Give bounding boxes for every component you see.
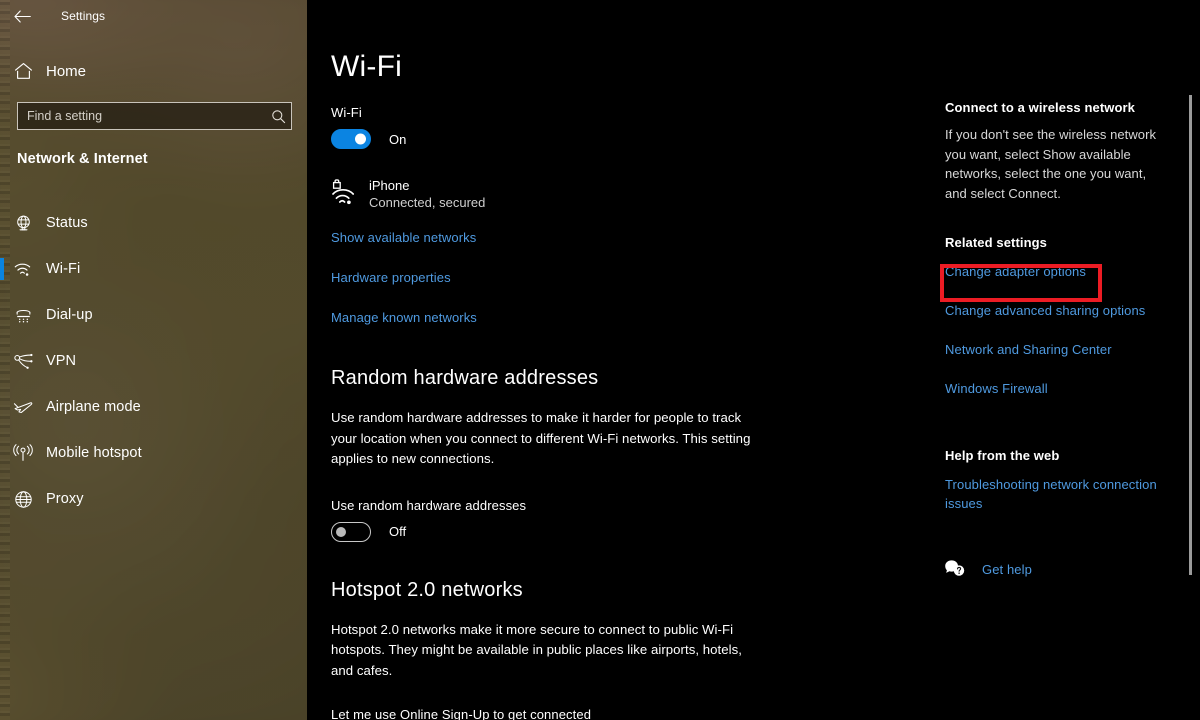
sidebar-item-proxy[interactable]: Proxy <box>0 476 307 522</box>
search-input[interactable] <box>18 103 265 129</box>
get-help-row[interactable]: Get help <box>944 559 1183 579</box>
link-network-and-sharing-center[interactable]: Network and Sharing Center <box>945 342 1112 357</box>
titlebar-left: Settings <box>0 0 307 32</box>
network-status: Connected, secured <box>369 195 486 210</box>
sidebar-item-label: Wi-Fi <box>46 261 81 277</box>
help-from-web-heading: Help from the web <box>945 448 1060 463</box>
connect-wireless-body: If you don't see the wireless network yo… <box>945 127 1156 201</box>
sidebar-item-dial-up[interactable]: Dial-up <box>0 292 307 338</box>
airplane-icon <box>0 398 46 417</box>
wifi-toggle-label: Wi-Fi <box>331 105 362 120</box>
network-name: iPhone <box>369 178 410 193</box>
sidebar-item-mobile-hotspot[interactable]: Mobile hotspot <box>0 430 307 476</box>
toggle-knob <box>336 526 346 537</box>
wifi-toggle[interactable] <box>331 129 371 149</box>
dial-up-icon <box>0 306 46 325</box>
connected-network[interactable]: iPhone Connected, secured <box>331 177 931 213</box>
selection-accent-bar <box>0 258 4 280</box>
content-scrollbar[interactable] <box>1187 0 1195 720</box>
random-hardware-toggle-state: Off <box>389 524 407 539</box>
sidebar-item-label: Status <box>46 215 88 231</box>
wifi-toggle-state: On <box>389 131 407 147</box>
home-icon <box>0 62 46 80</box>
hotspot-description: Hotspot 2.0 networks make it more secure… <box>331 621 742 678</box>
sidebar-item-label: Dial-up <box>46 307 93 323</box>
settings-window: Settings Home Find a setting Network & I… <box>0 0 1200 720</box>
random-hardware-toggle-label: Use random hardware addresses <box>331 497 527 513</box>
mobile-hotspot-icon <box>0 443 46 463</box>
connected-network-text: iPhone Connected, secured <box>369 177 485 212</box>
window-title: Settings <box>61 9 106 23</box>
random-hardware-toggle[interactable] <box>331 521 371 542</box>
wifi-toggle-row: On <box>331 129 931 149</box>
random-hardware-heading: Random hardware addresses <box>331 367 599 389</box>
page-title: Wi-Fi <box>331 50 402 83</box>
scrollbar-thumb[interactable] <box>1189 95 1192 575</box>
link-change-advanced-sharing-options[interactable]: Change advanced sharing options <box>945 303 1145 318</box>
question-bubble-icon <box>944 559 982 579</box>
navigation-sidebar: Settings Home Find a setting Network & I… <box>0 0 307 720</box>
hotspot-heading: Hotspot 2.0 networks <box>331 578 523 601</box>
search-box[interactable] <box>17 102 292 130</box>
back-button[interactable] <box>0 0 44 32</box>
home-label: Home <box>46 62 87 80</box>
random-hardware-toggle-row: Off <box>331 521 931 542</box>
status-globe-icon <box>0 214 46 233</box>
link-get-help[interactable]: Get help <box>982 562 1032 577</box>
link-windows-firewall[interactable]: Windows Firewall <box>945 381 1048 396</box>
sidebar-item-airplane-mode[interactable]: Airplane mode <box>0 384 307 430</box>
sidebar-nav-list: Status Wi-Fi Dial-up VPN Airplane mode M… <box>0 200 307 522</box>
sidebar-category-title: Network & Internet <box>17 151 148 167</box>
wifi-settings-main-column: Wi-Fi Wi-Fi On iPhone Connected, secured… <box>331 0 931 720</box>
sidebar-item-home[interactable]: Home <box>0 56 307 86</box>
related-settings-panel: Connect to a wireless network If you don… <box>945 0 1183 579</box>
vpn-icon <box>0 352 46 371</box>
hotspot-toggle-label: Let me use Online Sign-Up to get connect… <box>331 707 592 720</box>
link-show-available-networks[interactable]: Show available networks <box>331 230 476 245</box>
proxy-globe-icon <box>0 490 46 509</box>
related-settings-heading: Related settings <box>945 235 1048 250</box>
link-troubleshooting-network-connection-issues[interactable]: Troubleshooting network connection issue… <box>945 475 1167 513</box>
wifi-secured-icon <box>331 177 369 213</box>
settings-content-pane: Wi-Fi Wi-Fi On iPhone Connected, secured… <box>307 0 1200 720</box>
sidebar-item-vpn[interactable]: VPN <box>0 338 307 384</box>
sidebar-item-label: Mobile hotspot <box>46 445 142 461</box>
sidebar-item-wifi[interactable]: Wi-Fi <box>0 246 307 292</box>
toggle-knob <box>355 133 366 145</box>
sidebar-item-label: VPN <box>46 353 77 369</box>
sidebar-item-label: Airplane mode <box>46 399 141 415</box>
link-hardware-properties[interactable]: Hardware properties <box>331 270 451 285</box>
connect-wireless-heading: Connect to a wireless network <box>945 100 1136 115</box>
link-change-adapter-options[interactable]: Change adapter options <box>945 264 1086 279</box>
sidebar-item-status[interactable]: Status <box>0 200 307 246</box>
search-icon[interactable] <box>265 109 291 124</box>
sidebar-item-label: Proxy <box>46 491 84 507</box>
random-hardware-description: Use random hardware addresses to make it… <box>331 410 751 466</box>
link-manage-known-networks[interactable]: Manage known networks <box>331 310 477 325</box>
wifi-icon <box>0 261 46 278</box>
